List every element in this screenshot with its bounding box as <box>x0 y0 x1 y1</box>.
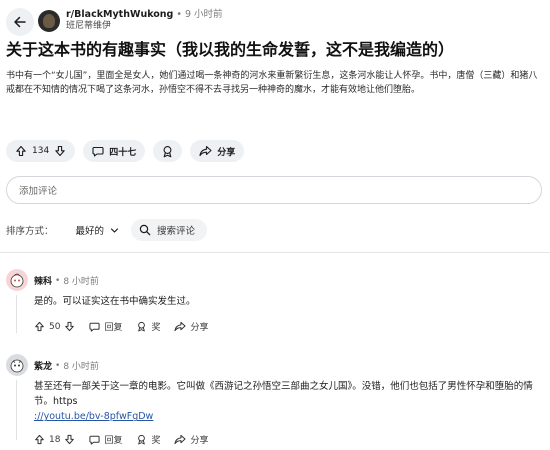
comments-button[interactable]: 四十七 <box>83 140 146 162</box>
award-button[interactable]: 奖 <box>136 433 160 446</box>
sort-value: 最好的 <box>75 226 105 237</box>
separator-dot: • <box>55 360 61 371</box>
thread-line[interactable] <box>16 295 17 333</box>
search-comments-button[interactable]: 搜索评论 <box>131 219 208 241</box>
subreddit-name[interactable]: r/BlackMythWukong <box>66 9 173 20</box>
share-button[interactable]: 分享 <box>174 433 209 446</box>
thread-line[interactable] <box>16 380 17 440</box>
comment-time: 8 小时前 <box>63 277 99 287</box>
downvote-icon[interactable] <box>64 434 75 445</box>
award-label: 奖 <box>151 436 161 446</box>
comment-username[interactable]: 辣科 <box>34 274 52 287</box>
comment-icon <box>89 322 101 332</box>
separator-dot: • <box>55 275 61 286</box>
comment: 紫龙 • 8 小时前 甚至还有一部关于这一章的电影。它叫做《西游记之孙悟空三部曲… <box>6 354 546 448</box>
award-icon <box>163 145 172 157</box>
upvote-icon[interactable] <box>34 434 45 445</box>
award-label: 奖 <box>151 323 161 333</box>
add-comment-placeholder: 添加评论 <box>19 186 58 197</box>
arrow-left-icon <box>14 16 26 28</box>
award-button[interactable] <box>153 140 183 162</box>
upvote-icon[interactable] <box>15 145 27 157</box>
comment-time: 8 小时前 <box>63 362 99 372</box>
search-icon <box>139 224 151 236</box>
award-icon <box>138 321 146 332</box>
avatar[interactable] <box>6 269 28 291</box>
post-meta: r/BlackMythWukong • 9 小时前 班尼蒂维伊 <box>66 9 223 32</box>
reply-button[interactable]: 回复 <box>89 320 122 333</box>
post-actions: 134 四十七 分享 <box>6 140 245 162</box>
comment-header: 紫龙 • 8 小时前 <box>34 359 99 373</box>
share-button[interactable]: 分享 <box>174 320 209 333</box>
snoo-avatar-icon <box>10 359 24 373</box>
share-icon <box>174 321 187 332</box>
reply-label: 回复 <box>104 323 123 333</box>
separator-dot: • <box>176 9 182 20</box>
sort-dropdown[interactable]: 最好的 <box>76 223 120 237</box>
comment-vote-count: 50 <box>49 321 61 332</box>
downvote-icon[interactable] <box>64 321 75 332</box>
comment-username[interactable]: 紫龙 <box>34 359 52 372</box>
comment-icon <box>89 435 101 445</box>
award-icon <box>138 434 146 445</box>
upvote-icon[interactable] <box>34 321 45 332</box>
sort-label: 排序方式： <box>6 226 54 237</box>
chevron-down-icon <box>110 227 119 233</box>
vote-control: 134 <box>6 140 76 162</box>
divider <box>0 252 550 253</box>
share-label: 分享 <box>190 323 209 333</box>
share-label: 分享 <box>190 436 209 446</box>
share-button[interactable]: 分享 <box>190 140 245 162</box>
post-header: r/BlackMythWukong • 9 小时前 班尼蒂维伊 <box>6 6 223 36</box>
comment-vote-count: 18 <box>49 434 61 445</box>
avatar[interactable] <box>6 354 28 376</box>
post-title: 关于这本书的有趣事实（我以我的生命发誓，这不是我编造的） <box>6 40 455 59</box>
award-button[interactable]: 奖 <box>136 320 160 333</box>
sort-bar: 排序方式： 最好的 搜索评论 <box>6 219 208 241</box>
snoo-avatar-icon <box>10 273 24 288</box>
share-label: 分享 <box>217 147 236 158</box>
back-button[interactable] <box>6 8 34 36</box>
comment: 辣科 • 8 小时前 是的。可以证实这在书中确实发生过。 50 回复 奖 分享 <box>6 269 546 339</box>
comment-actions: 50 回复 奖 分享 <box>34 320 223 333</box>
comment-text: 是的。可以证实这在书中确实发生过。 <box>34 296 196 307</box>
comments-count: 四十七 <box>109 147 137 158</box>
comment-text: 甚至还有一部关于这一章的电影。它叫做《西游记之孙悟空三部曲之女儿国》。没错，他们… <box>34 379 544 425</box>
comment-link[interactable]: ://youtu.be/bv-8pfwFgDw <box>34 411 153 422</box>
vote-count: 134 <box>32 146 50 156</box>
downvote-icon[interactable] <box>54 145 66 157</box>
reply-label: 回复 <box>104 436 123 446</box>
comment-text-body: 甚至还有一部关于这一章的电影。它叫做《西游记之孙悟空三部曲之女儿国》。没错，他们… <box>34 381 533 408</box>
comment-vote: 50 <box>34 321 75 332</box>
post-body: 书中有一个“女儿国”，里面全是女人，她们通过喝一条神奇的河水来重新繁衍生息，这条… <box>6 71 538 95</box>
share-icon <box>199 145 212 157</box>
search-comments-label: 搜索评论 <box>157 226 196 237</box>
add-comment-input[interactable]: 添加评论 <box>6 176 542 204</box>
subreddit-avatar[interactable] <box>38 10 60 32</box>
comment-icon <box>92 146 104 157</box>
post-author[interactable]: 班尼蒂维伊 <box>66 21 223 32</box>
share-icon <box>174 434 187 445</box>
comment-actions: 18 回复 奖 分享 <box>34 433 223 446</box>
comment-vote: 18 <box>34 434 75 445</box>
post-time: 9 小时前 <box>184 9 223 20</box>
reply-button[interactable]: 回复 <box>89 433 122 446</box>
comment-header: 辣科 • 8 小时前 <box>34 274 99 288</box>
